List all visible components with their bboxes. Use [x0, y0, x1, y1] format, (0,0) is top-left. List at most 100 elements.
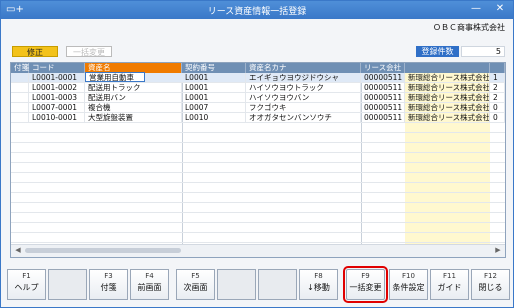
scrollbar-thumb[interactable] — [25, 248, 181, 253]
close-button[interactable]: ✕ — [493, 3, 507, 15]
table-row[interactable]: L0010-0001 大型旋盤装置 L0010 オオガタセンバンソウチ 0000… — [11, 113, 505, 123]
f6-empty-button — [217, 269, 256, 300]
f10-condition-settings-button[interactable]: F10 条件設定 — [389, 269, 428, 300]
fkey-label: 一括変更 — [349, 283, 382, 292]
col-header-sticky-note[interactable]: 付箋 — [11, 63, 29, 73]
fkey-label: 閉じる — [478, 283, 503, 292]
row-contract-no[interactable]: L0001 — [182, 83, 246, 92]
row-lease-company-name[interactable]: 新環総合リース株式会社 — [405, 103, 490, 112]
f1-help-button[interactable]: F1 ヘルプ — [7, 269, 46, 300]
row-contract-no[interactable]: L0007 — [182, 103, 246, 112]
table-row-empty[interactable] — [11, 193, 505, 203]
f4-previous-screen-button[interactable]: F4 前画面 — [130, 269, 169, 300]
table-row-empty[interactable] — [11, 183, 505, 193]
col-header-lease-company[interactable]: リース会社 — [361, 63, 405, 73]
table-row[interactable]: L0001-0002 配送用トラック L0001 ハイソウヨウトラック 0000… — [11, 83, 505, 93]
row-sticky-note[interactable] — [11, 93, 29, 102]
col-header-extra[interactable] — [490, 63, 505, 73]
table-row[interactable]: L0007-0001 複合機 L0007 フクゴウキ 00000511 新環総合… — [11, 103, 505, 113]
row-code[interactable]: L0010-0001 — [29, 113, 85, 122]
fkey-label: 付箋 — [100, 283, 117, 292]
row-code[interactable]: L0001-0003 — [29, 93, 85, 102]
table-row-empty[interactable] — [11, 203, 505, 213]
row-asset-name[interactable]: 配送用バン — [85, 93, 182, 102]
row-asset-kana[interactable]: エイギョウヨウジドウシャ — [246, 73, 361, 82]
edit-mode-button[interactable]: 修正 — [12, 46, 58, 57]
fkey-number: F11 — [443, 272, 456, 280]
f11-guide-button[interactable]: F11 ガイド — [430, 269, 469, 300]
title-bar: ▭+ リース資産情報一括登録 — ✕ — [1, 1, 513, 19]
fkey-label: 前画面 — [137, 283, 162, 292]
row-sticky-note[interactable] — [11, 113, 29, 122]
row-asset-name[interactable]: 複合機 — [85, 103, 182, 112]
row-extra[interactable]: 2 — [490, 93, 505, 102]
table-row-empty[interactable] — [11, 133, 505, 143]
row-contract-no[interactable]: L0001 — [182, 73, 246, 82]
row-sticky-note[interactable] — [11, 103, 29, 112]
row-asset-kana[interactable]: ハイソウヨウバン — [246, 93, 361, 102]
table-row-empty[interactable] — [11, 163, 505, 173]
scroll-left-icon[interactable]: ◀ — [13, 246, 23, 255]
fkey-number: F12 — [484, 272, 497, 280]
row-lease-company-name[interactable]: 新環総合リース株式会社 — [405, 93, 490, 102]
row-code[interactable]: L0001-0002 — [29, 83, 85, 92]
table-row-empty[interactable] — [11, 223, 505, 233]
row-lease-company-code[interactable]: 00000511 — [361, 113, 405, 122]
fkey-number: F9 — [361, 272, 370, 280]
row-lease-company-code[interactable]: 00000511 — [361, 103, 405, 112]
row-extra[interactable]: 1 — [490, 73, 505, 82]
row-asset-name[interactable]: 大型旋盤装置 — [85, 113, 182, 122]
col-header-asset-kana[interactable]: 資産名カナ — [246, 63, 361, 73]
table-row-empty[interactable] — [11, 213, 505, 223]
row-asset-kana[interactable]: オオガタセンバンソウチ — [246, 113, 361, 122]
row-code[interactable]: L0007-0001 — [29, 103, 85, 112]
row-sticky-note[interactable] — [11, 83, 29, 92]
row-lease-company-code[interactable]: 00000511 — [361, 73, 405, 82]
row-lease-company-name[interactable]: 新環総合リース株式会社 — [405, 73, 490, 82]
row-asset-kana[interactable]: フクゴウキ — [246, 103, 361, 112]
f2-empty-button — [48, 269, 87, 300]
row-lease-company-code[interactable]: 00000511 — [361, 83, 405, 92]
asset-grid[interactable]: 付箋 コード 資産名 契約番号 資産名カナ リース会社 L0001-0001 営… — [10, 62, 506, 258]
scroll-right-icon[interactable]: ▶ — [493, 246, 503, 255]
col-header-contract-no[interactable]: 契約番号 — [182, 63, 246, 73]
function-key-bar: F1 ヘルプ F3 付箋 F4 前画面 F5 次画面 F8 ↓移動 F9 一括変更 F10 条… — [1, 266, 513, 307]
f8-move-down-button[interactable]: F8 ↓移動 — [299, 269, 338, 300]
row-asset-kana[interactable]: ハイソウヨウトラック — [246, 83, 361, 92]
fkey-label: ガイド — [437, 283, 462, 292]
row-extra[interactable]: 2 — [490, 83, 505, 92]
row-asset-name-editor[interactable]: 営業用自動車 — [85, 72, 145, 82]
row-code[interactable]: L0001-0001 — [29, 73, 85, 82]
row-sticky-note[interactable] — [11, 73, 29, 82]
record-count-label: 登録件数 — [416, 46, 459, 57]
company-name: ＯＢＣ商事株式会社 — [433, 23, 505, 32]
row-asset-name[interactable]: 配送用トラック — [85, 83, 182, 92]
table-row-empty[interactable] — [11, 173, 505, 183]
row-contract-no[interactable]: L0010 — [182, 113, 246, 122]
minimize-button[interactable]: — — [469, 3, 483, 15]
f12-close-button[interactable]: F12 閉じる — [471, 269, 510, 300]
f9-batch-change-button[interactable]: F9 一括変更 — [343, 266, 388, 303]
horizontal-scrollbar[interactable]: ◀ ▶ — [11, 244, 505, 257]
fkey-number: F8 — [314, 272, 323, 280]
fkey-label: ↓移動 — [307, 283, 330, 292]
table-row-empty[interactable] — [11, 123, 505, 133]
table-row[interactable]: L0001-0003 配送用バン L0001 ハイソウヨウバン 00000511… — [11, 93, 505, 103]
f3-sticky-note-button[interactable]: F3 付箋 — [89, 269, 128, 300]
table-row-empty[interactable] — [11, 143, 505, 153]
row-extra[interactable]: 0 — [490, 113, 505, 122]
fkey-label: 次画面 — [183, 283, 208, 292]
table-row-empty[interactable] — [11, 153, 505, 163]
row-lease-company-name[interactable]: 新環総合リース株式会社 — [405, 83, 490, 92]
table-row[interactable]: L0001-0001 営業用自動車 L0001 エイギョウヨウジドウシャ 000… — [11, 72, 505, 83]
col-header-lease-company-name[interactable] — [405, 63, 490, 73]
col-header-code[interactable]: コード — [29, 63, 85, 73]
record-count-value: 5 — [461, 46, 505, 57]
row-lease-company-name[interactable]: 新環総合リース株式会社 — [405, 113, 490, 122]
table-row-empty[interactable] — [11, 233, 505, 243]
row-extra[interactable]: 0 — [490, 103, 505, 112]
fkey-number: F10 — [402, 272, 415, 280]
row-contract-no[interactable]: L0001 — [182, 93, 246, 102]
row-lease-company-code[interactable]: 00000511 — [361, 93, 405, 102]
f5-next-screen-button[interactable]: F5 次画面 — [176, 269, 215, 300]
